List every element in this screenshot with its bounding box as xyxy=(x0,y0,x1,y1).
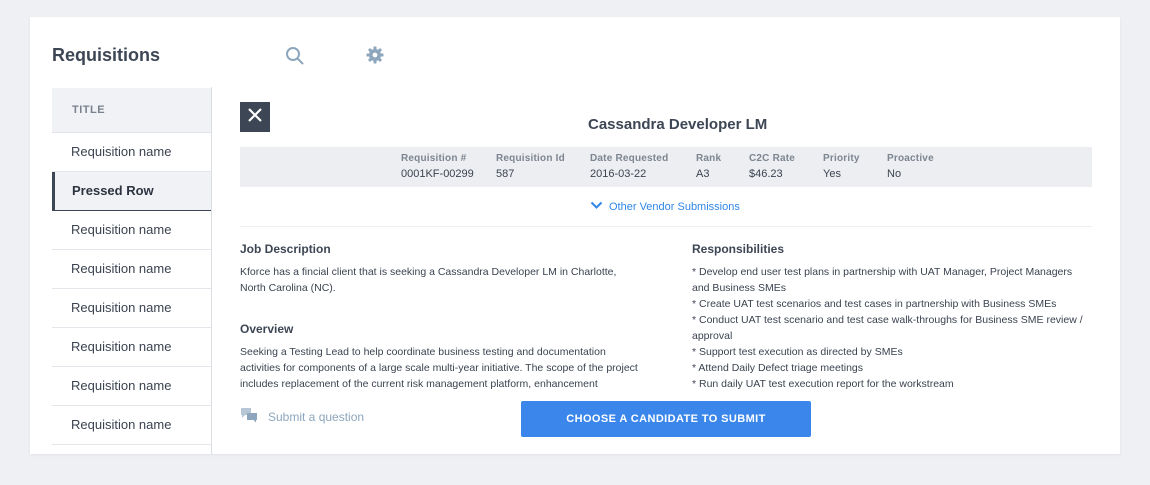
responsibilities-list: * Develop end user test plans in partner… xyxy=(692,264,1092,390)
list-item[interactable]: Requisition name xyxy=(52,328,212,367)
meta-label: Date Requested xyxy=(590,153,669,164)
list-item[interactable]: Requisition name xyxy=(52,250,212,289)
meta-value: Yes xyxy=(823,168,841,180)
responsibility-item: * Attend Daily Defect triage meetings xyxy=(692,362,864,374)
requisition-meta-bar: Requisition # 0001KF-00299 Requisition I… xyxy=(240,147,1092,187)
list-column-header: TITLE xyxy=(52,88,212,133)
list-item[interactable]: Requisition name xyxy=(52,406,212,445)
requisition-list: TITLE Requisition name Pressed Row Requi… xyxy=(52,88,212,454)
list-item[interactable]: Requisition name xyxy=(52,367,212,406)
chevron-down-icon xyxy=(590,201,603,213)
overview-text: Seeking a Testing Lead to help coordinat… xyxy=(240,346,638,390)
chat-bubbles-icon xyxy=(240,407,258,426)
gear-icon[interactable] xyxy=(365,45,385,65)
right-column: Responsibilities * Develop end user test… xyxy=(692,227,1092,390)
choose-candidate-button[interactable]: CHOOSE A CANDIDATE TO SUBMIT xyxy=(521,401,811,437)
responsibility-item: * Conduct UAT test scenario and test cas… xyxy=(692,314,1083,342)
vendor-link-label: Other Vendor Submissions xyxy=(609,201,740,213)
close-button[interactable] xyxy=(240,102,270,132)
meta-proactive: Proactive No xyxy=(887,153,934,180)
meta-value: 587 xyxy=(496,168,515,180)
responsibility-item: * Support test execution as directed by … xyxy=(692,346,903,358)
meta-value: 0001KF-00299 xyxy=(401,168,474,180)
list-item[interactable]: Requisition name xyxy=(52,133,212,172)
submit-question-link[interactable]: Submit a question xyxy=(240,407,364,426)
meta-requisition-id: Requisition Id 587 xyxy=(496,153,565,180)
meta-priority: Priority Yes xyxy=(823,153,860,180)
meta-value: $46.23 xyxy=(749,168,783,180)
requisitions-card: Requisitions TITLE Requisition name Pres… xyxy=(30,17,1120,454)
meta-label: Requisition Id xyxy=(496,153,565,164)
meta-label: Requisition # xyxy=(401,153,467,164)
detail-content: Job Description Kforce has a fincial cli… xyxy=(240,227,1092,390)
responsibility-item: * Create UAT test scenarios and test cas… xyxy=(692,298,1057,310)
meta-label: Proactive xyxy=(887,153,934,164)
responsibility-item: * Develop end user test plans in partner… xyxy=(692,266,1073,294)
meta-value: 2016-03-22 xyxy=(590,168,647,180)
requisition-detail-panel: Cassandra Developer LM Requisition # 000… xyxy=(211,87,1120,454)
responsibility-item: * Run daily UAT test execution report fo… xyxy=(692,378,954,390)
meta-label: Priority xyxy=(823,153,860,164)
meta-c2c-rate: C2C Rate $46.23 xyxy=(749,153,795,180)
meta-value: No xyxy=(887,168,902,180)
job-description-text: Kforce has a fincial client that is seek… xyxy=(240,266,617,294)
meta-label: C2C Rate xyxy=(749,153,796,164)
responsibilities-heading: Responsibilities xyxy=(692,242,785,256)
meta-rank: Rank A3 xyxy=(696,153,721,180)
submit-question-label: Submit a question xyxy=(268,409,365,424)
list-item[interactable]: Requisition name xyxy=(52,289,212,328)
meta-label: Rank xyxy=(696,153,722,164)
other-vendor-submissions-link[interactable]: Other Vendor Submissions xyxy=(590,201,740,213)
list-item[interactable]: Requisition name xyxy=(52,211,212,250)
overview-heading: Overview xyxy=(240,322,294,336)
left-column: Job Description Kforce has a fincial cli… xyxy=(240,227,640,390)
job-description-heading: Job Description xyxy=(240,242,331,256)
page-title: Requisitions xyxy=(52,45,161,65)
meta-requisition-number: Requisition # 0001KF-00299 xyxy=(401,153,474,180)
job-title: Cassandra Developer LM xyxy=(588,116,768,133)
meta-date-requested: Date Requested 2016-03-22 xyxy=(590,153,668,180)
close-icon xyxy=(247,107,263,128)
list-item-pressed[interactable]: Pressed Row xyxy=(52,172,212,211)
search-icon[interactable] xyxy=(285,46,305,66)
meta-value: A3 xyxy=(696,168,710,180)
